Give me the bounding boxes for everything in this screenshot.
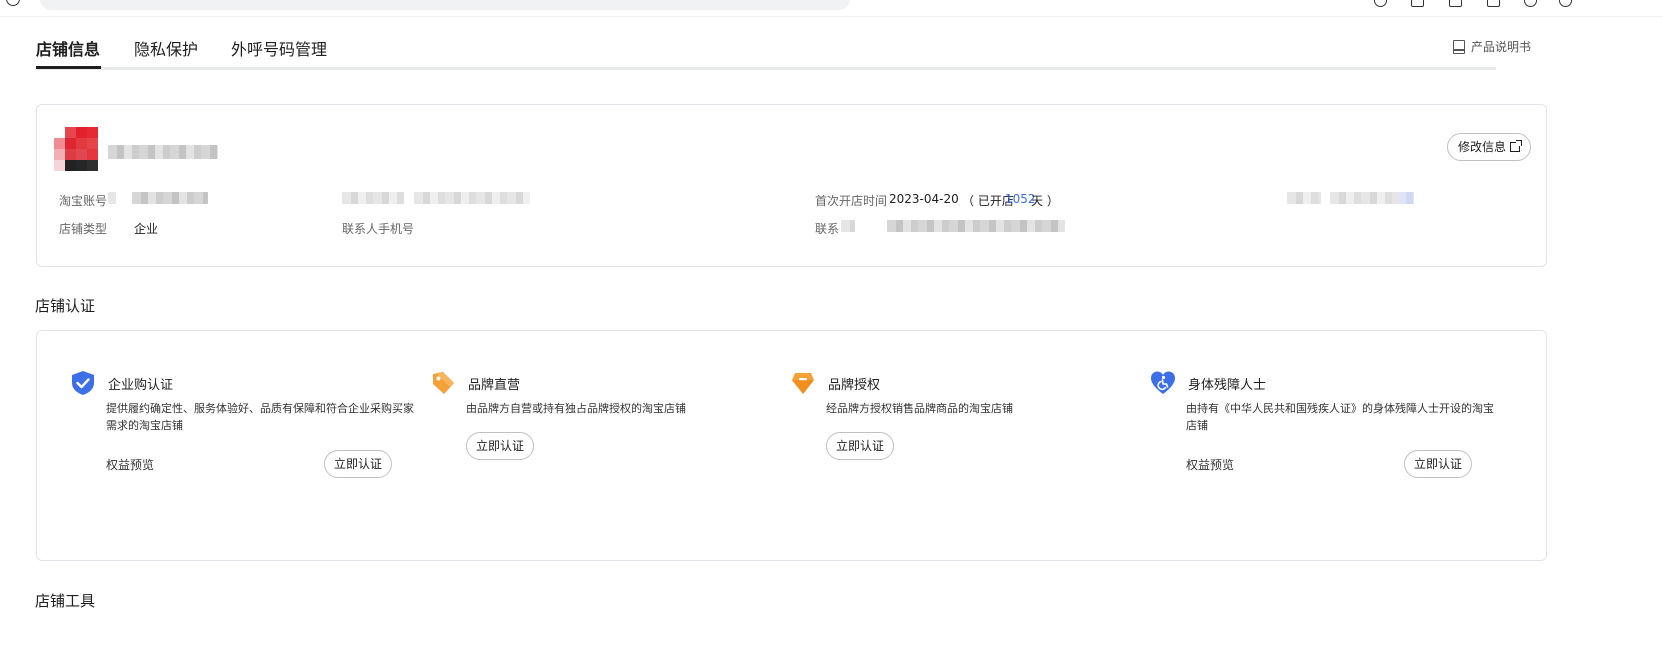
cert-description: 提供履约确定性、服务体验好、品质有保障和符合企业采购买家需求的淘宝店铺 <box>106 402 414 432</box>
tag-icon <box>433 372 454 394</box>
tools-section-title: 店铺工具 <box>35 592 96 610</box>
tab-privacy-protection[interactable]: 隐私保护 <box>134 36 198 60</box>
external-link-icon <box>1510 140 1523 152</box>
cert-enterprise-purchase: 企业购认证 提供履约确定性、服务体验好、品质有保障和符合企业采购买家需求的淘宝店… <box>70 368 414 488</box>
perk-preview-label[interactable]: 权益预览 <box>106 456 154 473</box>
contact-value-redacted <box>887 220 1065 232</box>
edit-info-button[interactable]: 修改信息 <box>1447 133 1532 161</box>
shop-name-redacted <box>108 145 218 159</box>
perk-preview-label[interactable]: 权益预览 <box>1186 456 1234 473</box>
redacted-block <box>108 192 116 204</box>
product-manual-link[interactable]: 产品说明书 <box>1452 38 1531 55</box>
redacted-link <box>1398 192 1414 204</box>
taobao-account-label: 淘宝账号 <box>59 194 108 208</box>
redacted-label <box>1287 192 1321 204</box>
redacted-value <box>1330 192 1398 204</box>
contact-phone-label: 联系人手机号 <box>342 222 415 236</box>
shop-type-value: 企业 <box>134 222 159 236</box>
edit-info-label: 修改信息 <box>1458 140 1507 154</box>
cert-title: 身体残障人士 <box>1188 378 1267 393</box>
diamond-badge-icon <box>792 373 814 394</box>
tab-active-indicator <box>36 66 101 69</box>
cert-title: 品牌直营 <box>468 378 521 393</box>
browser-favorite-icon[interactable] <box>1411 0 1424 7</box>
cert-title: 品牌授权 <box>828 378 881 393</box>
cert-title: 企业购认证 <box>108 378 174 393</box>
cert-description: 经品牌方授权销售品牌商品的淘宝店铺 <box>826 402 1013 415</box>
cert-brand-direct: 品牌直营 由品牌方自营或持有独占品牌授权的淘宝店铺 立即认证 <box>430 368 760 488</box>
cert-description: 由品牌方自营或持有独占品牌授权的淘宝店铺 <box>466 402 686 415</box>
browser-toolbar <box>0 0 1663 17</box>
browser-history-icon[interactable] <box>1524 0 1537 7</box>
certify-now-button[interactable]: 立即认证 <box>826 432 895 460</box>
browser-collections-icon[interactable] <box>1487 0 1500 7</box>
tab-shop-info[interactable]: 店铺信息 <box>36 36 100 60</box>
browser-info-icon[interactable] <box>6 0 20 6</box>
shop-info-card <box>36 104 1547 267</box>
contact-label: 联系 <box>815 222 840 236</box>
heart-wheelchair-icon <box>1151 371 1175 394</box>
certify-now-button[interactable]: 立即认证 <box>324 450 393 478</box>
cert-brand-authorized: 品牌授权 经品牌方授权销售品牌商品的淘宝店铺 立即认证 <box>790 368 1120 488</box>
taobao-account-value-redacted <box>132 192 208 204</box>
first-open-time-label: 首次开店时间 <box>815 194 888 208</box>
opened-days-suffix: 天 ） <box>1031 194 1059 208</box>
redacted-block <box>841 220 855 232</box>
browser-extensions-icon[interactable] <box>1449 0 1462 7</box>
tab-divider <box>36 67 1496 70</box>
address-bar[interactable] <box>40 0 850 10</box>
shield-check-icon <box>72 371 94 395</box>
redacted-value <box>414 192 530 204</box>
cert-description: 由持有《中华人民共和国残疾人证》的身体残障人士开设的淘宝店铺 <box>1186 402 1494 432</box>
tab-bar: 店铺信息 隐私保护 外呼号码管理 产品说明书 <box>36 28 1531 70</box>
cert-disabled-persons: 身体残障人士 由持有《中华人民共和国残疾人证》的身体残障人士开设的淘宝店铺 权益… <box>1150 368 1494 488</box>
certify-now-button[interactable]: 立即认证 <box>1404 450 1473 478</box>
tab-outbound-number-management[interactable]: 外呼号码管理 <box>231 36 327 60</box>
redacted-label <box>342 192 404 204</box>
shop-type-label: 店铺类型 <box>59 222 108 236</box>
shop-logo <box>54 127 98 171</box>
cert-section-title: 店铺认证 <box>35 297 96 315</box>
certify-now-button[interactable]: 立即认证 <box>466 432 535 460</box>
first-open-date: 2023-04-20 <box>889 192 959 206</box>
browser-profile-icon[interactable] <box>1559 0 1572 7</box>
browser-zoom-icon[interactable] <box>1374 0 1387 7</box>
book-icon <box>1452 39 1465 54</box>
product-manual-label: 产品说明书 <box>1470 40 1531 54</box>
